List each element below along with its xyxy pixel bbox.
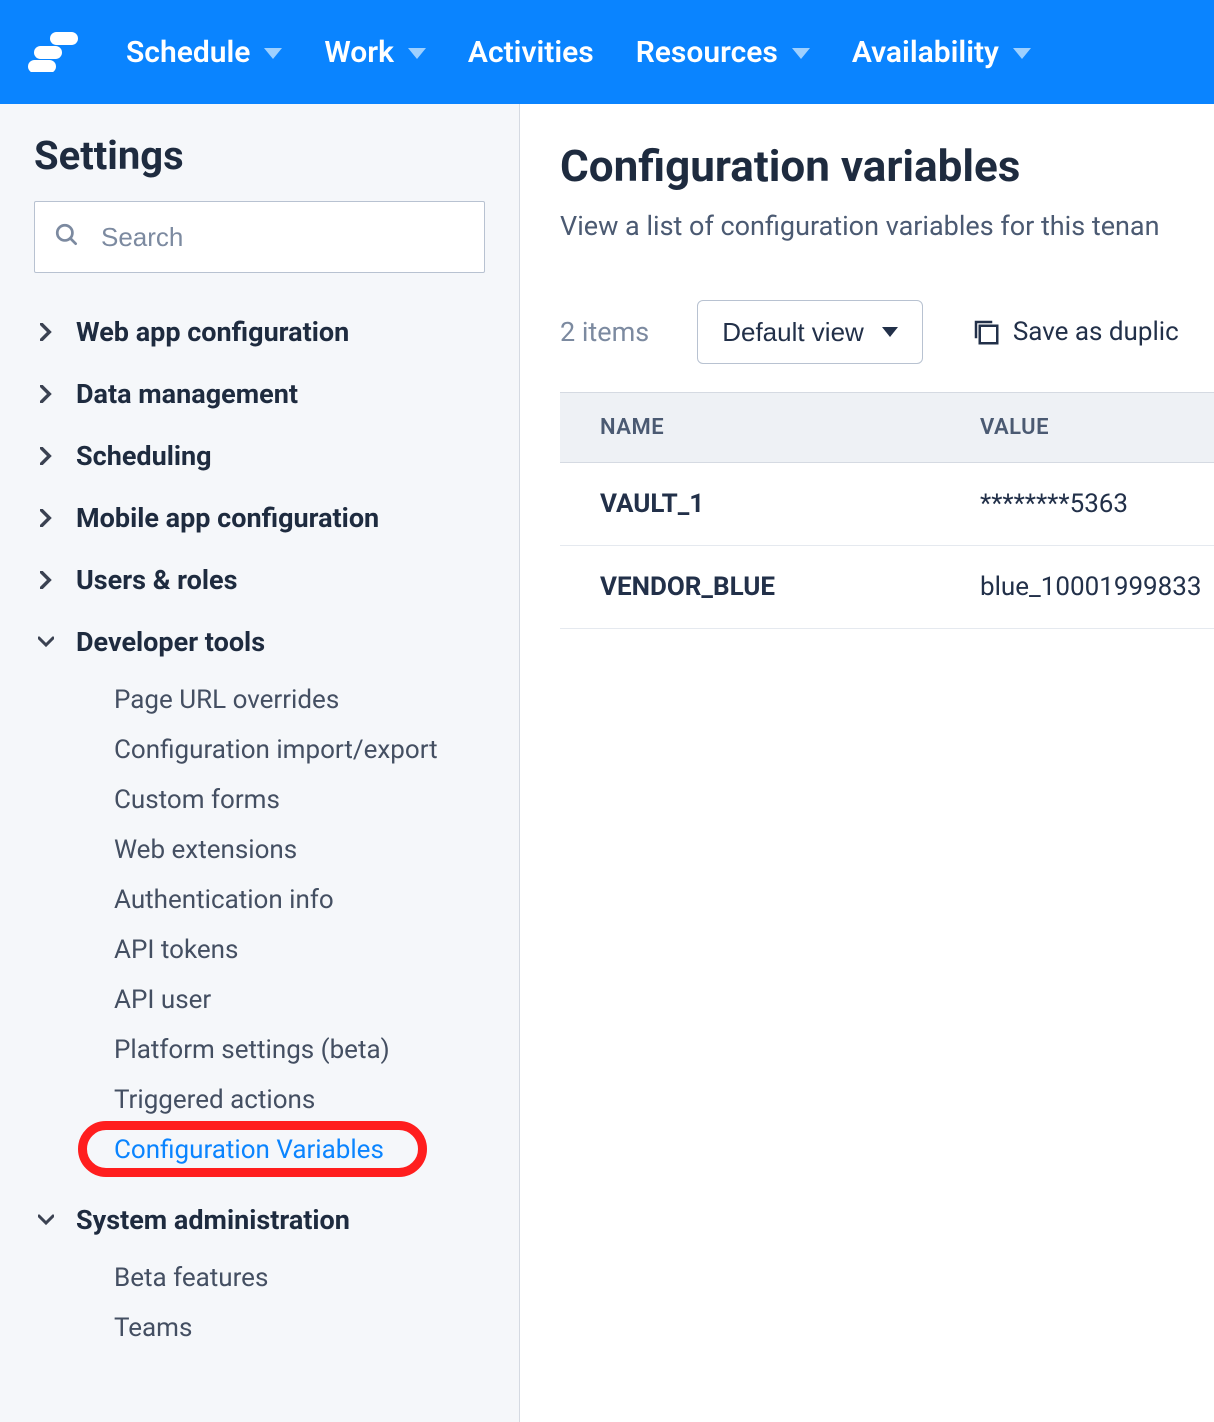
- sidebar-item-configuration-variables[interactable]: Configuration Variables: [20, 1125, 485, 1175]
- table-row[interactable]: VENDOR_BLUE blue_10001999833: [560, 546, 1214, 629]
- sidebar-cat-data-management[interactable]: Data management: [20, 363, 485, 425]
- nav-label: Availability: [852, 35, 999, 70]
- chevron-down-icon: [264, 48, 282, 59]
- config-variables-table: NAME VALUE VAULT_1 ********5363 VENDOR_B…: [560, 392, 1214, 629]
- cell-value: ********5363: [940, 463, 1214, 546]
- table-row[interactable]: VAULT_1 ********5363: [560, 463, 1214, 546]
- sidebar-item-web-extensions[interactable]: Web extensions: [20, 825, 485, 875]
- sidebar-item-authentication-info[interactable]: Authentication info: [20, 875, 485, 925]
- cell-value: blue_10001999833: [940, 546, 1214, 629]
- chevron-down-icon: [408, 48, 426, 59]
- chevron-right-icon: [38, 509, 54, 527]
- sidebar-item-configuration-import-export[interactable]: Configuration import/export: [20, 725, 485, 775]
- nav-label: Activities: [468, 35, 594, 70]
- view-selector[interactable]: Default view: [697, 300, 923, 364]
- nav-activities[interactable]: Activities: [468, 35, 594, 70]
- app-logo: [28, 32, 84, 72]
- sidebar-item-teams[interactable]: Teams: [20, 1303, 485, 1353]
- duplicate-icon: [971, 317, 1001, 347]
- view-label: Default view: [722, 317, 864, 348]
- main-content: Configuration variables View a list of c…: [520, 104, 1214, 1422]
- cat-label: Web app configuration: [76, 316, 349, 348]
- cat-label: Users & roles: [76, 564, 238, 596]
- sidebar-title: Settings: [0, 132, 519, 201]
- category-list: Web app configuration Data management Sc…: [0, 301, 519, 1367]
- sidebar-item-api-tokens[interactable]: API tokens: [20, 925, 485, 975]
- chevron-down-icon: [38, 636, 54, 648]
- top-nav: Schedule Work Activities Resources Avail…: [0, 0, 1214, 104]
- chevron-right-icon: [38, 571, 54, 589]
- nav-work[interactable]: Work: [324, 35, 426, 70]
- item-count: 2 items: [560, 316, 649, 348]
- chevron-right-icon: [38, 323, 54, 341]
- developer-tools-sublist: Page URL overrides Configuration import/…: [20, 673, 485, 1189]
- nav-label: Schedule: [126, 35, 250, 70]
- sidebar-item-api-user[interactable]: API user: [20, 975, 485, 1025]
- sidebar-cat-scheduling[interactable]: Scheduling: [20, 425, 485, 487]
- chevron-down-icon: [1013, 48, 1031, 59]
- duplicate-label: Save as duplic: [1013, 317, 1179, 347]
- chevron-down-icon: [38, 1214, 54, 1226]
- cell-name: VENDOR_BLUE: [560, 546, 940, 629]
- sidebar-item-page-url-overrides[interactable]: Page URL overrides: [20, 675, 485, 725]
- page-subtitle: View a list of configuration variables f…: [560, 210, 1214, 242]
- nav-resources[interactable]: Resources: [636, 35, 810, 70]
- sidebar-search: [34, 201, 485, 273]
- cat-label: Scheduling: [76, 440, 212, 472]
- save-as-duplicate-button[interactable]: Save as duplic: [971, 317, 1179, 347]
- search-icon: [54, 222, 80, 252]
- sidebar-item-platform-settings-beta[interactable]: Platform settings (beta): [20, 1025, 485, 1075]
- cat-label: Data management: [76, 378, 298, 410]
- cat-label: Developer tools: [76, 626, 265, 658]
- sidebar-cat-system-administration[interactable]: System administration: [20, 1189, 485, 1251]
- system-administration-sublist: Beta features Teams: [20, 1251, 485, 1367]
- sidebar-cat-users-roles[interactable]: Users & roles: [20, 549, 485, 611]
- toolbar: 2 items Default view Save as duplic: [560, 300, 1214, 392]
- sidebar-item-beta-features[interactable]: Beta features: [20, 1253, 485, 1303]
- sidebar-cat-mobile-app-configuration[interactable]: Mobile app configuration: [20, 487, 485, 549]
- cat-label: System administration: [76, 1204, 350, 1236]
- chevron-down-icon: [792, 48, 810, 59]
- search-input[interactable]: [34, 201, 485, 273]
- page-title: Configuration variables: [560, 140, 1214, 192]
- col-header-name[interactable]: NAME: [560, 393, 940, 463]
- col-header-value[interactable]: VALUE: [940, 393, 1214, 463]
- chevron-right-icon: [38, 447, 54, 465]
- sidebar-item-label: Configuration Variables: [114, 1135, 384, 1165]
- cat-label: Mobile app configuration: [76, 502, 379, 534]
- nav-label: Resources: [636, 35, 778, 70]
- settings-sidebar: Settings Web app configuration: [0, 104, 520, 1422]
- nav-label: Work: [324, 35, 394, 70]
- chevron-down-icon: [882, 327, 898, 337]
- sidebar-cat-web-app-configuration[interactable]: Web app configuration: [20, 301, 485, 363]
- sidebar-item-triggered-actions[interactable]: Triggered actions: [20, 1075, 485, 1125]
- nav-schedule[interactable]: Schedule: [126, 35, 282, 70]
- sidebar-item-custom-forms[interactable]: Custom forms: [20, 775, 485, 825]
- chevron-right-icon: [38, 385, 54, 403]
- nav-availability[interactable]: Availability: [852, 35, 1031, 70]
- cell-name: VAULT_1: [560, 463, 940, 546]
- sidebar-cat-developer-tools[interactable]: Developer tools: [20, 611, 485, 673]
